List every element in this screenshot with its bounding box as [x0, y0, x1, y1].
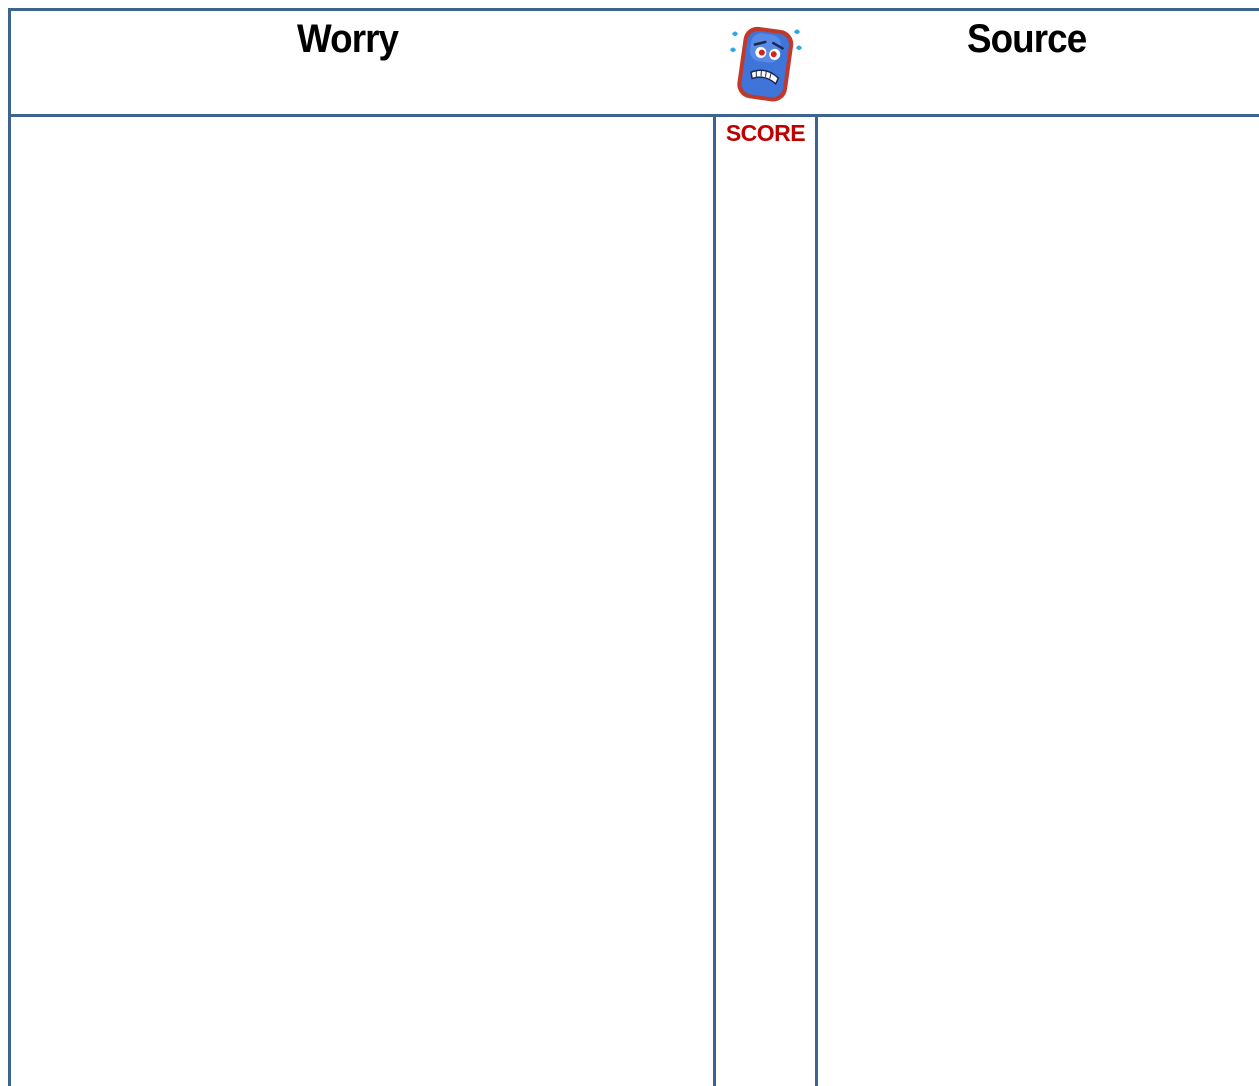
worry-worksheet: Worry Source SCORE: [0, 0, 1259, 1086]
table-top-border: [8, 8, 1259, 11]
score-column-header: SCORE: [725, 120, 806, 146]
source-column-header: Source: [967, 17, 1087, 61]
worry-entry-area[interactable]: [11, 117, 713, 1086]
worried-face-icon: [730, 26, 802, 102]
score-entry-area[interactable]: [716, 150, 815, 1086]
source-entry-area[interactable]: [818, 117, 1259, 1086]
worry-column-header: Worry: [297, 17, 399, 61]
